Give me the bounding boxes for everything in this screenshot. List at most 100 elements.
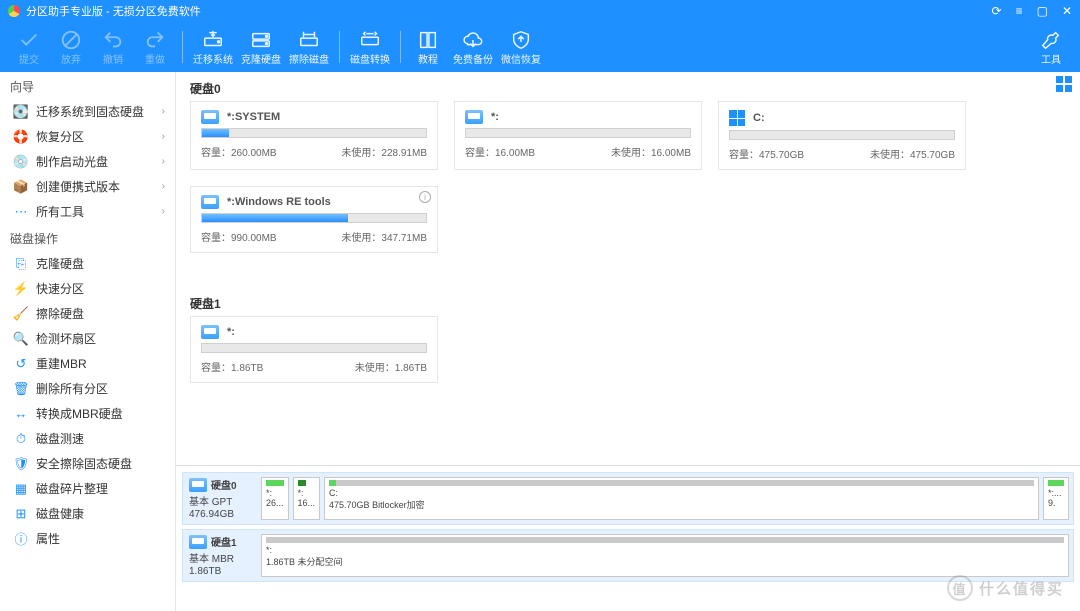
sidebar-wizard-item-3[interactable]: 📦创建便携式版本›	[0, 174, 175, 199]
diskmap-row-0[interactable]: 硬盘0基本 GPT476.94GB*:26...*:16...C:475.70G…	[182, 472, 1074, 525]
capacity-label: 容量：1.86TB	[201, 359, 263, 374]
capacity-label: 容量：990.00MB	[201, 229, 277, 244]
partition-view: 硬盘0*:SYSTEM容量：260.00MB未使用：228.91MB*:容量：1…	[176, 72, 1080, 466]
sidebar-wizard-item-1[interactable]: 🛟恢复分区›	[0, 124, 175, 149]
sidebar-item-icon: ⊞	[14, 507, 28, 521]
refresh-icon[interactable]: ⟳	[992, 4, 1002, 18]
tutorial-button[interactable]: 教程	[407, 29, 449, 66]
eraser-icon	[298, 29, 320, 51]
partition-card[interactable]: i *:Windows RE tools 容量：990.00MB 未使用：347.71…	[190, 186, 438, 253]
sidebar-item-icon: ⋯	[14, 205, 28, 219]
sidebar-item-icon: 📦	[14, 180, 28, 194]
segment-detail: 16...	[298, 498, 316, 508]
watermark-badge-icon: 值	[947, 575, 973, 601]
diskmap-row-1[interactable]: 硬盘1基本 MBR1.86TB *:1.86TB 未分配空间	[182, 529, 1074, 582]
commit-button[interactable]: 提交	[8, 29, 50, 66]
partition-card[interactable]: *:SYSTEM容量：260.00MB未使用：228.91MB	[190, 101, 438, 170]
sidebar-item-label: 擦除硬盘	[36, 305, 84, 322]
sidebar-item-icon: ⎘	[14, 257, 28, 271]
segment-detail: 1.86TB 未分配空间	[266, 555, 1064, 568]
capacity-label: 容量：475.70GB	[729, 146, 804, 161]
diskmap-segment[interactable]: C:475.70GB Bitlocker加密	[324, 477, 1039, 520]
sidebar-op-item-2[interactable]: 🧹擦除硬盘	[0, 301, 175, 326]
partition-name: *:Windows RE tools	[227, 196, 331, 208]
redo-icon	[144, 29, 166, 51]
tools-button[interactable]: 工具	[1030, 29, 1072, 66]
convert-icon	[359, 29, 381, 51]
drive-icon	[465, 110, 483, 124]
sidebar-item-icon: 🗑	[14, 382, 28, 396]
sidebar-op-item-1[interactable]: ⚡快速分区	[0, 276, 175, 301]
partition-name: *:	[227, 326, 235, 338]
sidebar-op-item-6[interactable]: ↔转换成MBR硬盘	[0, 401, 175, 426]
undo-button[interactable]: 撤销	[92, 29, 134, 66]
disk-convert-button[interactable]: 磁盘转换	[346, 29, 394, 66]
view-toggle-grid-icon[interactable]	[1056, 76, 1072, 92]
unused-label: 未使用：1.86TB	[355, 359, 427, 374]
usage-bar	[201, 343, 427, 353]
disk-title-0: 硬盘0	[176, 72, 1080, 101]
sidebar-op-item-4[interactable]: ↺重建MBR	[0, 351, 175, 376]
unused-label: 未使用：475.70GB	[870, 146, 955, 161]
discard-button[interactable]: 放弃	[50, 29, 92, 66]
sidebar-op-item-10[interactable]: ⊞磁盘健康	[0, 501, 175, 526]
check-icon	[18, 29, 40, 51]
sidebar-op-item-7[interactable]: ⏱磁盘测速	[0, 426, 175, 451]
sidebar-wizard-item-2[interactable]: 💿制作启动光盘›	[0, 149, 175, 174]
usage-bar	[201, 128, 427, 138]
app-logo-icon	[8, 5, 20, 17]
partition-name: *:SYSTEM	[227, 111, 280, 123]
book-icon	[417, 29, 439, 51]
sidebar-op-item-11[interactable]: ⓘ属性	[0, 526, 175, 551]
sidebar-item-label: 删除所有分区	[36, 380, 108, 397]
unused-label: 未使用：347.71MB	[341, 229, 427, 244]
wechat-restore-button[interactable]: 微信恢复	[497, 29, 545, 66]
unused-label: 未使用：228.91MB	[341, 144, 427, 159]
drive-icon	[189, 535, 207, 549]
free-backup-button[interactable]: 免费备份	[449, 29, 497, 66]
sidebar-item-label: 磁盘测速	[36, 430, 84, 447]
diskmap-segment[interactable]: *:1.86TB 未分配空间	[261, 534, 1069, 577]
clone-disk-button[interactable]: 克隆硬盘	[237, 29, 285, 66]
sidebar-section-ops: 磁盘操作	[0, 224, 175, 251]
sidebar-wizard-item-4[interactable]: ⋯所有工具›	[0, 199, 175, 224]
segment-label: *:	[266, 488, 284, 498]
drive-icon	[201, 110, 219, 124]
wipe-disk-button[interactable]: 擦除磁盘	[285, 29, 333, 66]
diskmap-segment[interactable]: *:...9.	[1043, 477, 1069, 520]
segment-label: *:	[298, 488, 316, 498]
sidebar-item-label: 创建便携式版本	[36, 178, 120, 195]
info-icon[interactable]: i	[419, 191, 431, 203]
partition-card[interactable]: C:容量：475.70GB未使用：475.70GB	[718, 101, 966, 170]
sidebar: 向导 💽迁移系统到固态硬盘›🛟恢复分区›💿制作启动光盘›📦创建便携式版本›⋯所有…	[0, 72, 176, 611]
diskmap-segment[interactable]: *:26...	[261, 477, 289, 520]
sidebar-item-label: 恢复分区	[36, 128, 84, 145]
diskmap-size: 1.86TB	[189, 566, 221, 577]
sidebar-op-item-0[interactable]: ⎘克隆硬盘	[0, 251, 175, 276]
sidebar-item-icon: 💽	[14, 105, 28, 119]
sidebar-item-icon: ⓘ	[14, 532, 28, 546]
diskmap-size: 476.94GB	[189, 509, 234, 520]
title-bar: 分区助手专业版 - 无损分区免费软件 ⟳ ≡ ▢ ✕	[0, 0, 1080, 22]
migrate-os-button[interactable]: 迁移系统	[189, 29, 237, 66]
partition-card[interactable]: *: 容量：1.86TB 未使用：1.86TB	[190, 316, 438, 383]
sidebar-op-item-9[interactable]: ▦磁盘碎片整理	[0, 476, 175, 501]
diskmap-segment[interactable]: *:16...	[293, 477, 321, 520]
redo-button[interactable]: 重做	[134, 29, 176, 66]
sidebar-item-label: 迁移系统到固态硬盘	[36, 103, 144, 120]
partition-card[interactable]: *:容量：16.00MB未使用：16.00MB	[454, 101, 702, 170]
sidebar-wizard-item-0[interactable]: 💽迁移系统到固态硬盘›	[0, 99, 175, 124]
drive-icon	[189, 478, 207, 492]
menu-icon[interactable]: ≡	[1016, 4, 1023, 18]
sidebar-op-item-3[interactable]: 🔍检测坏扇区	[0, 326, 175, 351]
close-icon[interactable]: ✕	[1062, 4, 1072, 18]
maximize-icon[interactable]: ▢	[1037, 4, 1048, 18]
sidebar-item-label: 磁盘碎片整理	[36, 480, 108, 497]
sidebar-op-item-8[interactable]: 🛡安全擦除固态硬盘	[0, 451, 175, 476]
diskmap-name: 硬盘1	[211, 534, 237, 549]
diskmap-type: 基本 MBR	[189, 550, 234, 565]
capacity-label: 容量：16.00MB	[465, 144, 535, 159]
drives-icon	[250, 29, 272, 51]
segment-detail: 26...	[266, 498, 284, 508]
sidebar-op-item-5[interactable]: 🗑 删除所有分区	[0, 376, 175, 401]
